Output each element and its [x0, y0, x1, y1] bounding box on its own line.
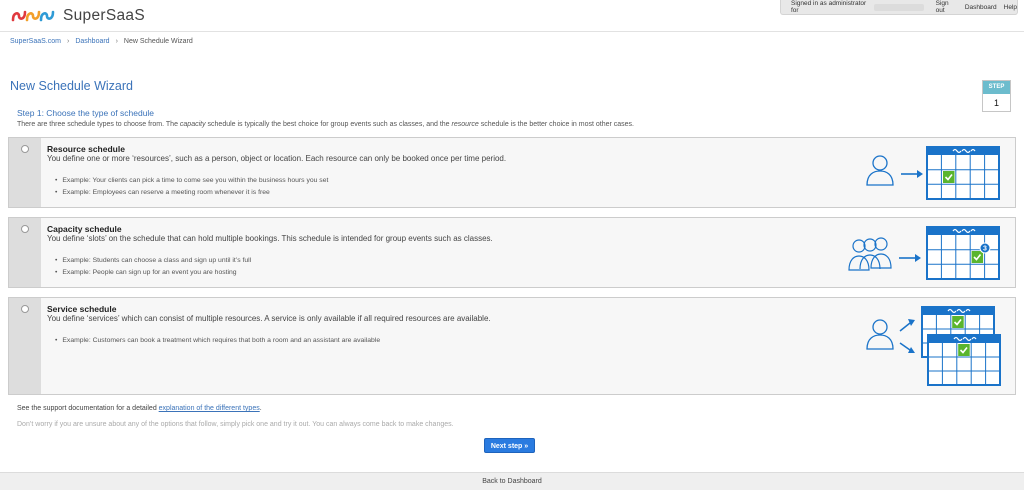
sign-out-link[interactable]: Sign out	[936, 0, 958, 14]
dashboard-link[interactable]: Dashboard	[965, 4, 997, 11]
resource-radio[interactable]	[21, 145, 29, 153]
breadcrumb-current: New Schedule Wizard	[123, 38, 193, 45]
option-description: You define one or more ‘resources’, such…	[47, 154, 507, 163]
account-bar: Signed in as administrator for Sign out …	[780, 0, 1018, 15]
option-title: Capacity schedule	[47, 224, 122, 234]
resource-word: resource	[451, 121, 479, 128]
intro-text: There are three schedule types to choose…	[17, 121, 634, 128]
top-bar: SuperSaaS Signed in as administrator for…	[0, 0, 1024, 32]
step-label: STEP	[983, 81, 1010, 94]
option-service-schedule[interactable]: Service schedule You define ‘services’ w…	[8, 297, 1016, 395]
help-link[interactable]: Help	[1004, 4, 1017, 11]
breadcrumb-dashboard[interactable]: Dashboard	[75, 38, 109, 45]
example-list: Example: Customers can book a treatment …	[55, 335, 380, 347]
breadcrumb-separator: ›	[66, 38, 70, 45]
example-item: Example: Customers can book a treatment …	[55, 335, 380, 347]
logo-icon	[11, 10, 55, 22]
explanation-link[interactable]: explanation of the different types	[159, 405, 260, 412]
example-item: Example: Employees can reserve a meeting…	[55, 187, 328, 199]
breadcrumb-separator: ›	[115, 38, 118, 45]
option-description: You define ‘services’ which can consist …	[47, 314, 491, 323]
example-item: Example: Students can choose a class and…	[55, 255, 251, 267]
option-resource-schedule[interactable]: Resource schedule You define one or more…	[8, 137, 1016, 208]
option-title: Service schedule	[47, 304, 117, 314]
signed-in-text: Signed in as administrator for	[791, 0, 867, 14]
example-list: Example: Your clients can pick a time to…	[55, 175, 328, 198]
capacity-radio[interactable]	[21, 225, 29, 233]
example-item: Example: People can sign up for an event…	[55, 267, 251, 279]
example-list: Example: Students can choose a class and…	[55, 255, 251, 278]
step-number: 1	[993, 98, 999, 108]
supersaas-logo[interactable]: SuperSaaS	[10, 7, 145, 25]
capacity-badge: 3	[983, 246, 987, 253]
next-step-button[interactable]: Next step »	[484, 438, 535, 453]
breadcrumb-home[interactable]: SuperSaaS.com	[10, 38, 61, 45]
support-text: See the support documentation for a deta…	[17, 405, 262, 412]
option-capacity-schedule[interactable]: Capacity schedule You define ‘slots’ on …	[8, 217, 1016, 288]
option-title: Resource schedule	[47, 144, 125, 154]
service-radio[interactable]	[21, 305, 29, 313]
capacity-word: capacity	[179, 121, 206, 128]
group-calendar-icon: 3	[848, 226, 1000, 280]
page-title: New Schedule Wizard	[10, 79, 133, 93]
brand-name: SuperSaaS	[63, 7, 145, 24]
person-two-calendars-icon	[866, 306, 1001, 386]
example-item: Example: Your clients can pick a time to…	[55, 175, 328, 187]
option-description: You define ‘slots’ on the schedule that …	[47, 234, 493, 243]
account-name-redacted	[873, 3, 924, 11]
breadcrumb: SuperSaaS.com › Dashboard › New Schedule…	[10, 38, 193, 45]
step-heading: Step 1: Choose the type of schedule	[17, 108, 155, 118]
step-indicator: STEP 1	[982, 80, 1011, 112]
hint-text: Don’t worry if you are unsure about any …	[17, 421, 454, 428]
single-person-calendar-icon	[866, 146, 1000, 200]
back-to-dashboard-link[interactable]: Back to Dashboard	[0, 472, 1024, 490]
